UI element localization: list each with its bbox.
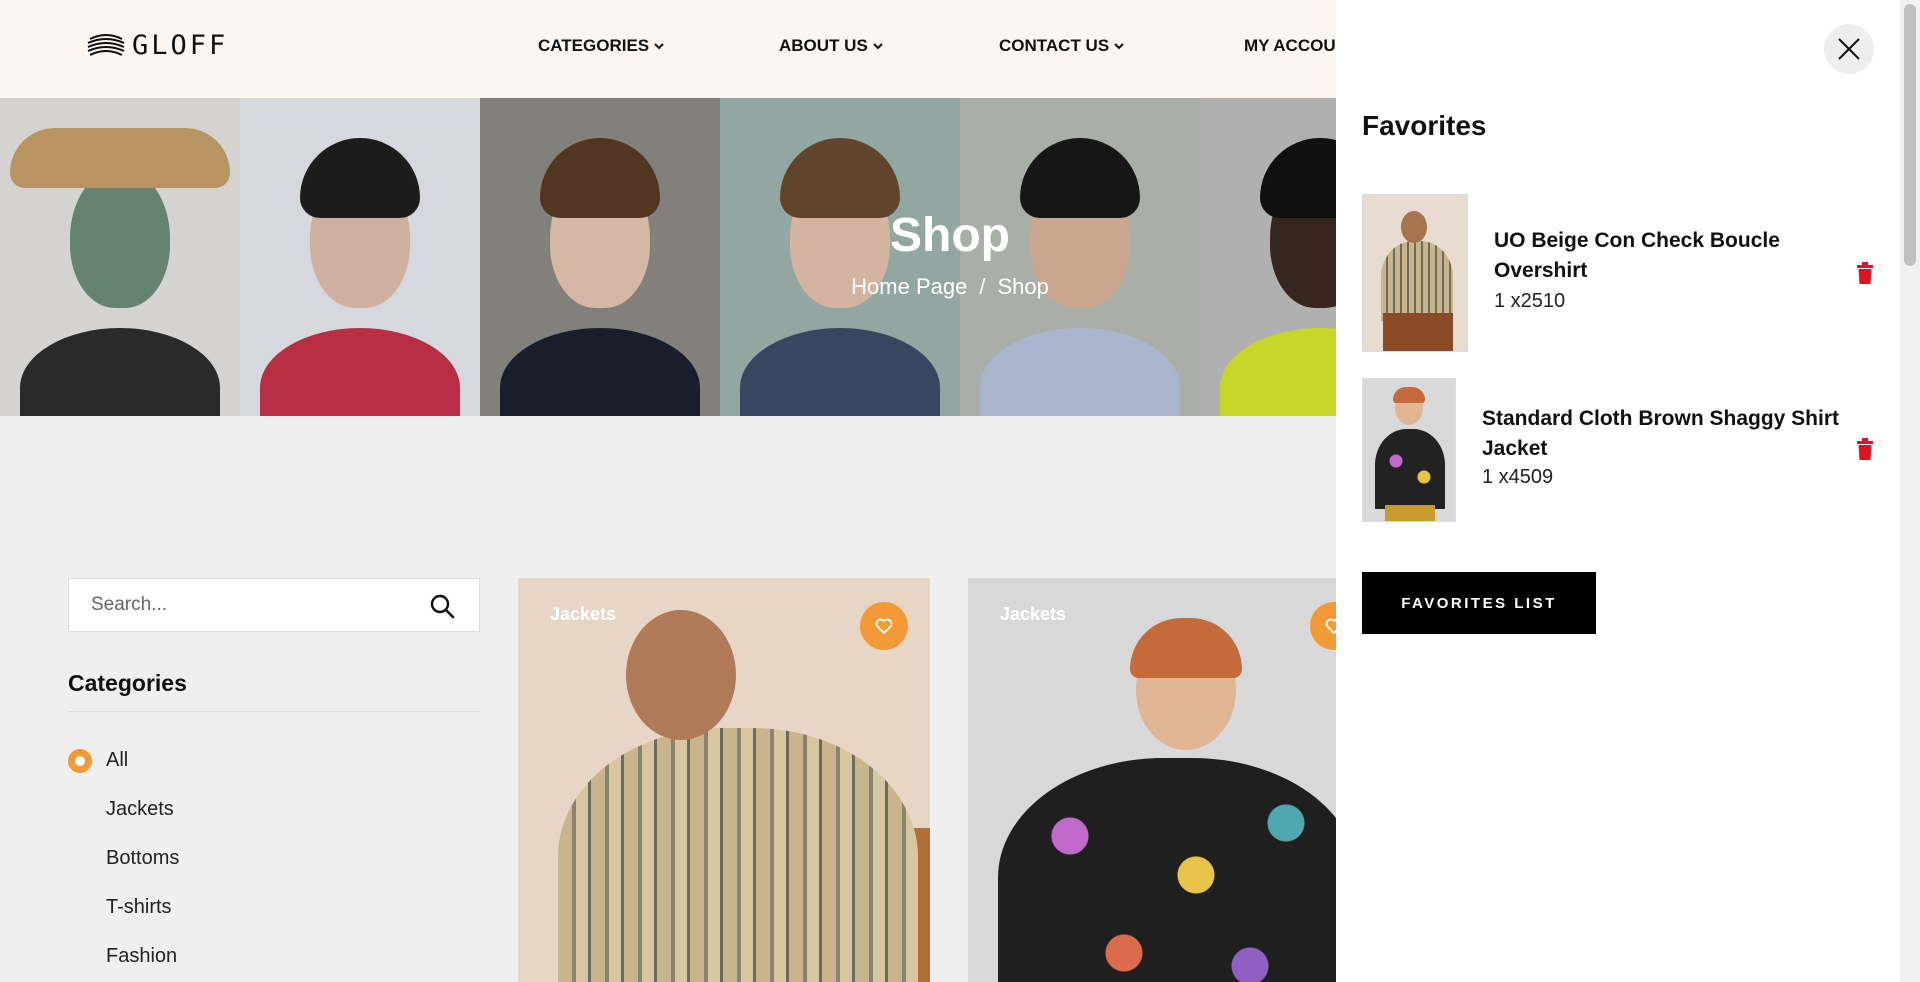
category-item-bottoms[interactable]: Bottoms [68,834,179,883]
breadcrumb-separator: / [979,274,986,299]
trash-icon[interactable] [1856,438,1874,460]
product-card[interactable]: Jackets [968,578,1380,982]
category-item-jackets[interactable]: Jackets [68,785,179,834]
scrollbar-thumb[interactable] [1904,4,1916,266]
category-label: Fashion [106,945,178,967]
product-image [558,728,918,982]
logo-text: GLOFF [132,30,229,61]
favorites-drawer: Favorites UO Beige Con Check Boucle Over… [1336,0,1900,982]
favorite-item: UO Beige Con Check Boucle Overshirt 1 x2… [1362,194,1874,352]
add-to-favorites-button[interactable] [860,602,908,650]
favorite-item: Standard Cloth Brown Shaggy Shirt Jacket… [1362,378,1874,522]
nav-label: ABOUT US [779,36,868,55]
categories-heading: Categories [68,670,187,696]
favorite-item-name[interactable]: UO Beige Con Check Boucle Overshirt [1494,226,1824,286]
close-drawer-button[interactable] [1824,24,1874,74]
radio-selected-icon[interactable] [68,748,92,773]
chevron-down-icon [654,43,664,50]
product-card[interactable]: Jackets [518,578,930,982]
category-label: Bottoms [106,847,180,869]
search-input[interactable] [89,593,393,617]
trash-icon[interactable] [1856,262,1874,284]
favorite-item-thumbnail[interactable] [1362,194,1468,352]
favorites-list-button[interactable]: FAVORITES LIST [1362,572,1596,634]
nav-label: MY ACCOU [1244,36,1336,55]
breadcrumb-current: Shop [997,274,1049,299]
nav-label: CONTACT US [999,36,1110,55]
nav-about-us[interactable]: ABOUT US [779,36,884,56]
divider [68,711,480,712]
nav-categories[interactable]: CATEGORIES [538,36,665,56]
category-item-all[interactable]: All [68,736,179,785]
product-image-detail [626,610,736,740]
favorite-item-thumbnail[interactable] [1362,378,1456,522]
favorite-item-quantity-price: 1 x4509 [1482,466,1554,488]
nav-label: CATEGORIES [538,36,650,55]
nav-contact-us[interactable]: CONTACT US [999,36,1125,56]
drawer-title: Favorites [1362,110,1487,141]
favorite-item-quantity-price: 1 x2510 [1494,290,1566,312]
site-header: GLOFF CATEGORIES ABOUT US CONTACT US MY … [0,0,1336,98]
search-icon[interactable] [429,593,455,619]
category-item-fashion[interactable]: Fashion [68,932,179,981]
category-label: T-shirts [106,896,172,918]
logo-mark-icon [87,33,125,56]
product-category-tag: Jackets [1000,604,1067,624]
favorite-item-name[interactable]: Standard Cloth Brown Shaggy Shirt Jacket [1482,404,1862,464]
close-icon [1838,38,1860,60]
category-list: All Jackets Bottoms T-shirts Fashion [68,736,179,981]
product-category-tag: Jackets [550,604,617,624]
category-label: Jackets [106,798,174,820]
scrollbar[interactable] [1900,0,1920,982]
chevron-down-icon [873,43,883,50]
heart-icon [875,618,893,634]
logo[interactable]: GLOFF [86,30,228,61]
chevron-down-icon [1114,43,1124,50]
breadcrumb-home-link[interactable]: Home Page [851,274,967,299]
category-label: All [106,749,129,771]
search-box [68,578,480,632]
category-item-tshirts[interactable]: T-shirts [68,883,179,932]
product-image [998,758,1358,982]
nav-my-account[interactable]: MY ACCOU [1244,36,1336,56]
product-image-detail [1130,618,1242,678]
